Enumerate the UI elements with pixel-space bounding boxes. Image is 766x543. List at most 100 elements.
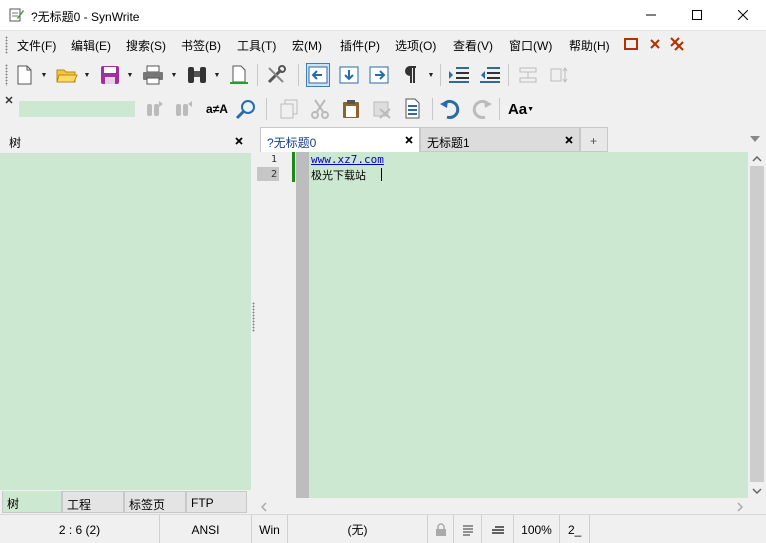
close-button[interactable] (720, 0, 766, 30)
print-button[interactable] (141, 63, 165, 87)
panel-tab-project[interactable]: 工程 (62, 491, 124, 513)
scissors-disabled-icon (311, 99, 329, 119)
new-file-button[interactable] (12, 63, 36, 87)
status-readonly[interactable] (428, 515, 454, 543)
match-case-label: a≠A (206, 102, 228, 116)
font-button[interactable]: Aa ▼ (505, 97, 537, 121)
quick-search-input[interactable] (19, 101, 135, 117)
panel-tab-tree[interactable]: 树 (2, 491, 62, 513)
restore-doc-icon[interactable] (624, 38, 638, 50)
delete-button (370, 97, 394, 121)
find-prev-button (172, 97, 196, 121)
unindent-button[interactable] (478, 63, 502, 87)
menu-macros[interactable]: 宏(M) (292, 37, 322, 54)
indent-button[interactable] (447, 63, 471, 87)
menu-file[interactable]: 文件(F) (17, 37, 56, 54)
splitter-grip[interactable] (252, 302, 255, 332)
panel-tab-bar: 树 工程 标签页 FTP (0, 490, 251, 514)
scroll-left-icon[interactable] (261, 502, 267, 512)
close-panel-icon[interactable] (235, 137, 243, 145)
modified-line-bar (292, 152, 295, 182)
scroll-down-icon[interactable] (752, 488, 762, 494)
minimize-button[interactable] (628, 0, 674, 30)
menu-tools[interactable]: 工具(T) (237, 37, 276, 54)
menu-edit[interactable]: 编辑(E) (71, 37, 111, 54)
goto-button[interactable] (227, 63, 251, 87)
doc-tab-active[interactable]: ?无标题0 (260, 127, 420, 152)
find-dialog-button[interactable] (234, 97, 258, 121)
fold-margin[interactable] (296, 152, 309, 498)
panel-tab-tabs[interactable]: 标签页 (124, 491, 186, 513)
menu-window[interactable]: 窗口(W) (509, 37, 552, 54)
status-line-ending[interactable]: Win (252, 515, 288, 543)
tree-panel: 树 树 工程 标签页 FTP (0, 127, 251, 514)
close-all-docs-icon[interactable] (670, 37, 684, 51)
align-lines-icon (462, 525, 473, 535)
panel-right-toggle[interactable] (367, 63, 391, 87)
menu-options[interactable]: 选项(O) (395, 37, 436, 54)
tab-list-chevron-icon[interactable] (750, 136, 760, 142)
code-line-link[interactable]: www.xz7.com (311, 153, 384, 166)
panel-tab-ftp[interactable]: FTP (186, 491, 247, 513)
find-dropdown[interactable]: ▼ (214, 63, 221, 87)
toolbar-grip[interactable] (5, 64, 8, 86)
match-case-button[interactable]: a≠A (203, 97, 231, 121)
close-tab-icon[interactable] (405, 136, 413, 144)
tree-panel-title: 树 (9, 136, 22, 150)
print-dropdown[interactable]: ▼ (171, 63, 178, 87)
copy-button (277, 97, 301, 121)
save-button[interactable] (98, 63, 122, 87)
expand-disabled-icon (550, 67, 568, 83)
status-syntax[interactable]: (无) (288, 515, 428, 543)
nonprinting-dropdown[interactable]: ▼ (428, 63, 435, 87)
tools-button[interactable] (264, 63, 288, 87)
toolbar-separator (266, 98, 267, 120)
menu-plugins[interactable]: 插件(P) (340, 37, 380, 54)
status-selection-mode[interactable] (482, 515, 514, 543)
menu-bookmarks[interactable]: 书签(B) (181, 37, 221, 54)
menu-help[interactable]: 帮助(H) (569, 37, 610, 54)
doc-tab-title: 无标题1 (427, 136, 470, 150)
maximize-button[interactable] (674, 0, 720, 30)
paste-button[interactable] (339, 97, 363, 121)
scroll-right-icon[interactable] (737, 502, 743, 512)
title-bar: ?无标题0 - SynWrite (0, 0, 766, 31)
menu-view[interactable]: 查看(V) (453, 37, 493, 54)
close-doc-icon[interactable] (650, 39, 660, 49)
show-nonprinting-button[interactable] (398, 63, 422, 87)
select-all-button[interactable] (401, 97, 425, 121)
copy-disabled-icon (280, 99, 298, 119)
text-lines-icon (491, 525, 504, 534)
scroll-thumb[interactable] (750, 166, 764, 482)
new-file-dropdown[interactable]: ▼ (41, 63, 48, 87)
vertical-scrollbar[interactable] (748, 152, 766, 498)
indent-icon (449, 67, 469, 83)
wrench-screwdriver-icon (267, 65, 286, 84)
find-next-disabled-icon (147, 101, 163, 116)
close-tab-icon[interactable] (565, 136, 573, 144)
new-tab-button[interactable]: + (580, 127, 608, 152)
find-button[interactable] (185, 63, 209, 87)
status-wrap[interactable] (454, 515, 482, 543)
save-dropdown[interactable]: ▼ (127, 63, 134, 87)
notepad-pencil-icon (9, 8, 24, 22)
close-toolbar-icon[interactable] (5, 96, 13, 104)
scroll-up-icon[interactable] (752, 156, 762, 162)
undo-button[interactable] (438, 97, 462, 121)
open-file-button[interactable] (55, 63, 79, 87)
open-file-dropdown[interactable]: ▼ (84, 63, 91, 87)
panel-left-toggle[interactable] (306, 63, 330, 87)
binoculars-icon (188, 67, 206, 83)
status-cursor-position[interactable]: 2 : 6 (2) (0, 515, 160, 543)
menu-grip[interactable] (5, 36, 8, 54)
font-label: Aa (507, 100, 528, 118)
clipboard-paste-icon (343, 100, 359, 118)
line-number: 1 (270, 154, 277, 165)
doc-tab[interactable]: 无标题1 (420, 127, 580, 152)
panel-bottom-toggle[interactable] (337, 63, 361, 87)
text-editor[interactable]: www.xz7.com 极光下载站 (309, 152, 748, 498)
status-zoom[interactable]: 100% (514, 515, 560, 543)
menu-search[interactable]: 搜索(S) (126, 37, 166, 54)
horizontal-scrollbar[interactable] (257, 498, 748, 514)
status-encoding[interactable]: ANSI (160, 515, 252, 543)
